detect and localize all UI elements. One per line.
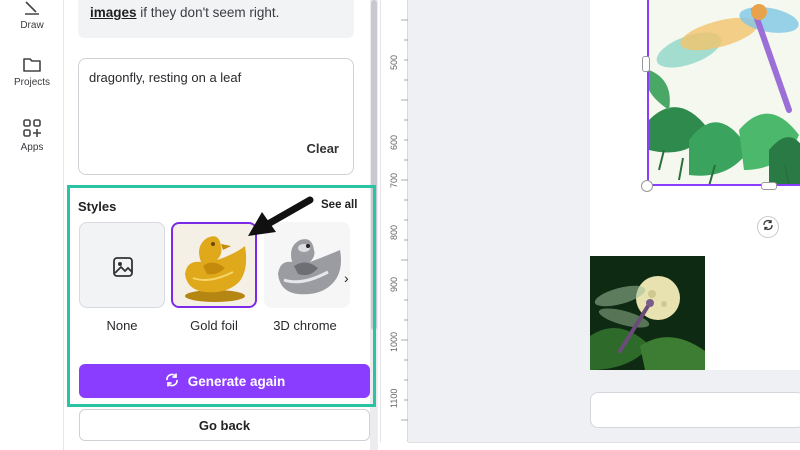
vertical-ruler: 500 600 700 800 900 1000 1100	[380, 0, 408, 442]
rail-label-projects: Projects	[13, 77, 51, 88]
generate-again-label: Generate again	[187, 373, 286, 389]
rail-item-apps[interactable]: Apps	[0, 118, 64, 153]
resize-handle-left[interactable]	[642, 56, 650, 72]
ruler-tick-label: 1000	[389, 331, 399, 352]
folder-icon	[0, 55, 64, 73]
rail-item-draw[interactable]: Draw	[0, 0, 64, 31]
gold-duck-image	[173, 236, 255, 306]
rotate-button[interactable]	[757, 216, 779, 238]
go-back-button[interactable]: Go back	[79, 409, 370, 441]
notes-bar[interactable]	[590, 392, 800, 428]
prompt-value: dragonfly, resting on a leaf	[89, 70, 242, 85]
app-root: Draw Projects Apps images if they don't …	[0, 0, 800, 450]
see-all-link[interactable]: See all	[321, 199, 357, 211]
clear-button[interactable]: Clear	[306, 141, 339, 156]
style-label-none: None	[106, 318, 138, 333]
style-card-none[interactable]	[79, 222, 165, 308]
apps-icon	[0, 118, 64, 138]
rail-label-apps: Apps	[20, 142, 44, 153]
go-back-label: Go back	[198, 417, 251, 433]
ruler-tick-label: 900	[389, 276, 399, 292]
editor-bottom-strip	[408, 442, 800, 450]
dragonfly-artwork	[649, 0, 800, 184]
info-text: if they don't seem right.	[136, 5, 280, 20]
prompt-textarea[interactable]: dragonfly, resting on a leaf Clear	[78, 58, 354, 175]
chrome-duck-image	[264, 239, 350, 308]
style-label-gold-foil: Gold foil	[190, 318, 238, 333]
draw-icon	[0, 0, 64, 16]
rail-label-draw: Draw	[20, 20, 44, 31]
ruler-tick-label: 600	[389, 134, 399, 150]
images-link[interactable]: images	[90, 5, 137, 20]
style-label-3d-chrome: 3D chrome	[273, 318, 337, 333]
resize-handle-corner[interactable]	[641, 180, 653, 192]
dragonfly-moon-image	[590, 256, 705, 370]
styles-next-arrow[interactable]: ›	[344, 270, 349, 286]
rail-item-projects[interactable]: Projects	[0, 55, 64, 88]
selected-dragonfly-image[interactable]	[647, 0, 800, 186]
ruler-tick-label: 800	[389, 224, 399, 240]
resize-handle-bottom[interactable]	[761, 182, 777, 190]
ruler-tick-label: 1100	[389, 388, 399, 408]
info-box: images if they don't seem right.	[78, 0, 354, 38]
annotation-arrow	[244, 194, 314, 245]
generate-again-button[interactable]: Generate again	[79, 364, 370, 398]
dragonfly-moon-thumbnail[interactable]	[590, 256, 705, 370]
ruler-tick-label: 500	[389, 54, 399, 70]
styles-title: Styles	[78, 199, 117, 214]
left-rail: Draw Projects Apps	[0, 0, 64, 450]
ruler-tick-label: 700	[389, 172, 399, 188]
refresh-icon	[164, 372, 180, 391]
rotate-icon	[762, 218, 774, 236]
image-icon	[112, 256, 134, 283]
